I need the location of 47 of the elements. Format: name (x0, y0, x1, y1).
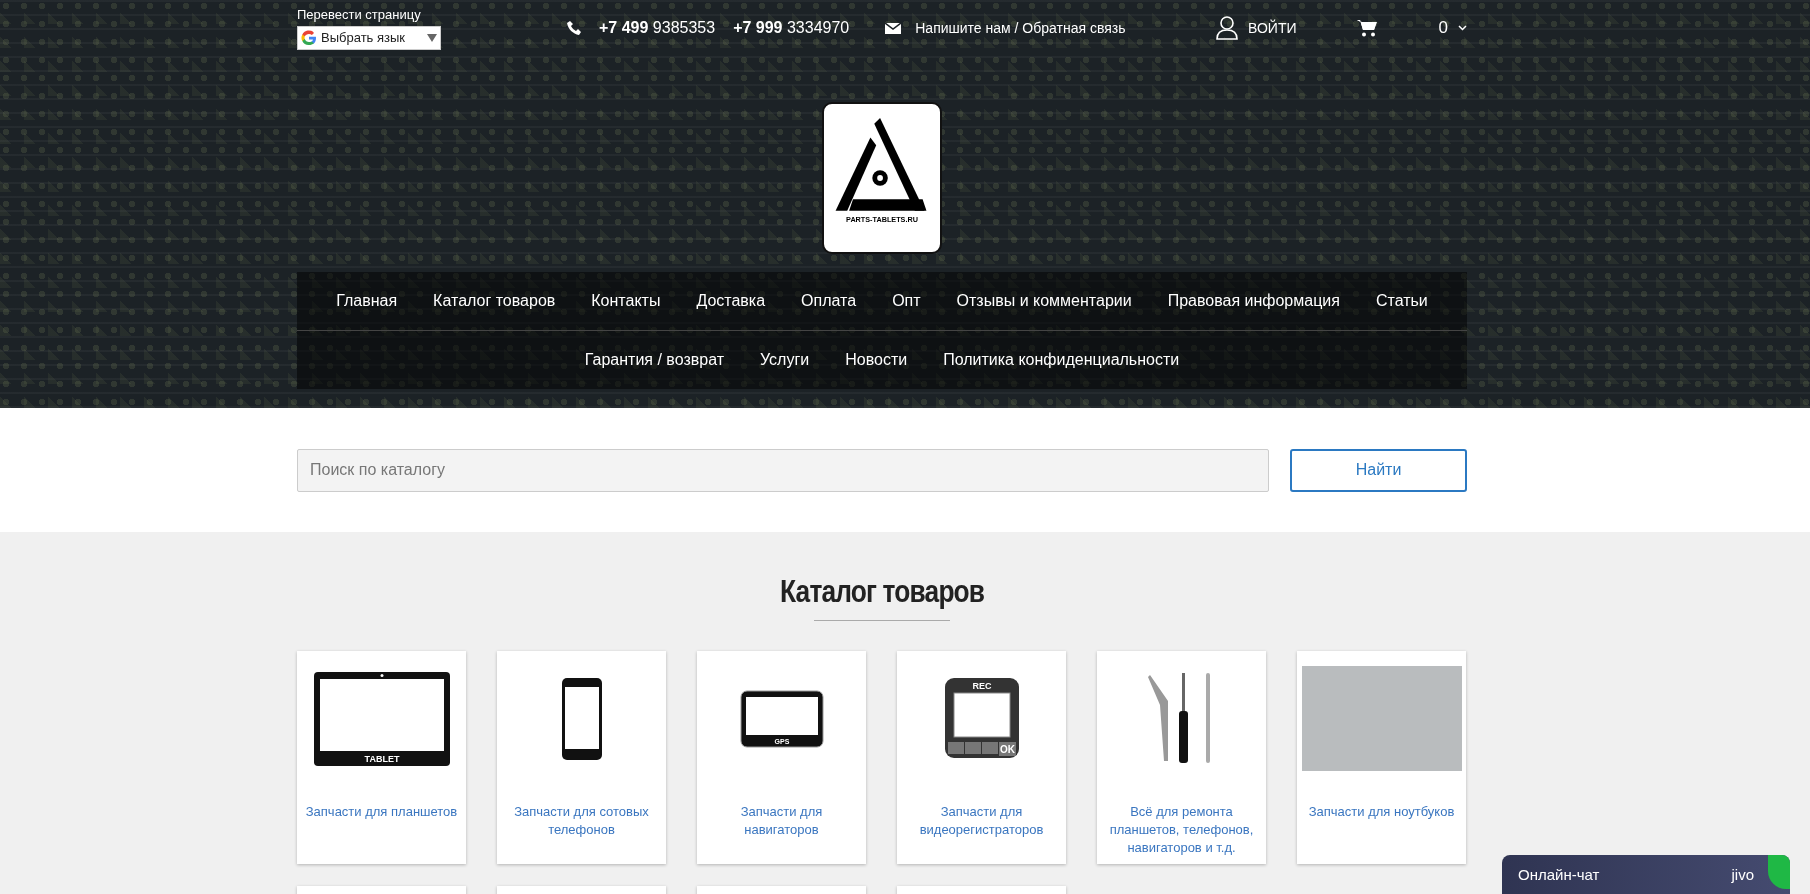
category-card[interactable]: Запчасти для ноутбуков (1297, 651, 1466, 864)
category-card[interactable]: TABLET Запчасти для планшетов (297, 651, 466, 864)
nav-link[interactable]: Каталог товаров (415, 292, 574, 310)
phone-icon (560, 676, 603, 761)
category-link[interactable]: Запчасти для планшетов (299, 803, 464, 821)
nav-link[interactable]: Статьи (1357, 292, 1446, 310)
user-icon (1216, 16, 1239, 40)
nav-link[interactable]: Опт (874, 292, 939, 310)
category-link[interactable]: Запчасти для ноутбуков (1302, 803, 1461, 821)
tablet-icon: TABLET (312, 670, 451, 767)
search-field[interactable]: Поиск по каталогу (297, 448, 1269, 492)
nav-link[interactable]: Гарантия / возврат (566, 351, 742, 369)
phone-number[interactable]: +7 499 9385353 (599, 19, 716, 37)
category-card[interactable]: Запчасти для сотовых телефонов (497, 651, 666, 864)
language-select[interactable]: Выбрать язык (297, 25, 441, 50)
nav-link[interactable]: Контакты (573, 292, 679, 310)
section-title: Каталог товаров (779, 574, 985, 610)
nav-link[interactable]: Оплата (783, 292, 875, 310)
feedback-link[interactable]: Напишите нам / Обратная связь (915, 20, 1126, 36)
chat-label: Онлайн-чат (1518, 866, 1601, 883)
category-link[interactable]: Всё для ремонта планшетов, телефонов, навигаторов и т.д. (1097, 803, 1266, 857)
nav-link[interactable]: Политика конфиденциальности (925, 351, 1198, 369)
cart-count: 0 (1438, 18, 1448, 38)
nav-link[interactable]: Доставка (678, 292, 784, 310)
category-link[interactable]: Запчасти для навигаторов (697, 803, 866, 839)
nav-link[interactable]: Правовая информация (1149, 292, 1358, 310)
phone-icon (567, 21, 581, 35)
translate-label: Перевести страницу (297, 6, 422, 22)
login-link[interactable]: ВОЙТИ (1248, 20, 1297, 36)
phone-number[interactable]: +7 999 3334970 (733, 19, 850, 37)
category-link[interactable]: Запчасти для видеорегистраторов (897, 803, 1066, 839)
cart-icon[interactable] (1356, 19, 1377, 37)
nav-link[interactable]: Главная (318, 292, 416, 310)
mail-icon (885, 22, 902, 34)
nav-link[interactable]: Услуги (742, 351, 828, 369)
google-icon (301, 29, 317, 46)
dropdown-arrow-icon (427, 33, 437, 42)
category-card[interactable]: Всё для ремонта планшетов, телефонов, навигаторов и т.д. (1097, 651, 1266, 864)
dashcam-icon: REC OK (943, 676, 1020, 761)
category-link[interactable]: Запчасти для сотовых телефонов (497, 803, 666, 839)
search-button[interactable]: Найти (1290, 448, 1467, 492)
category-card[interactable]: REC OK Запчасти для видеорегистраторов (897, 651, 1066, 864)
nav-link[interactable]: Отзывы и комментарии (938, 292, 1150, 310)
chevron-down-icon[interactable] (1458, 25, 1467, 31)
chat-brand: jivo (1731, 866, 1754, 883)
chat-widget[interactable]: Онлайн-чат jivo (1502, 855, 1790, 894)
nav-link[interactable]: Новости (827, 351, 926, 369)
